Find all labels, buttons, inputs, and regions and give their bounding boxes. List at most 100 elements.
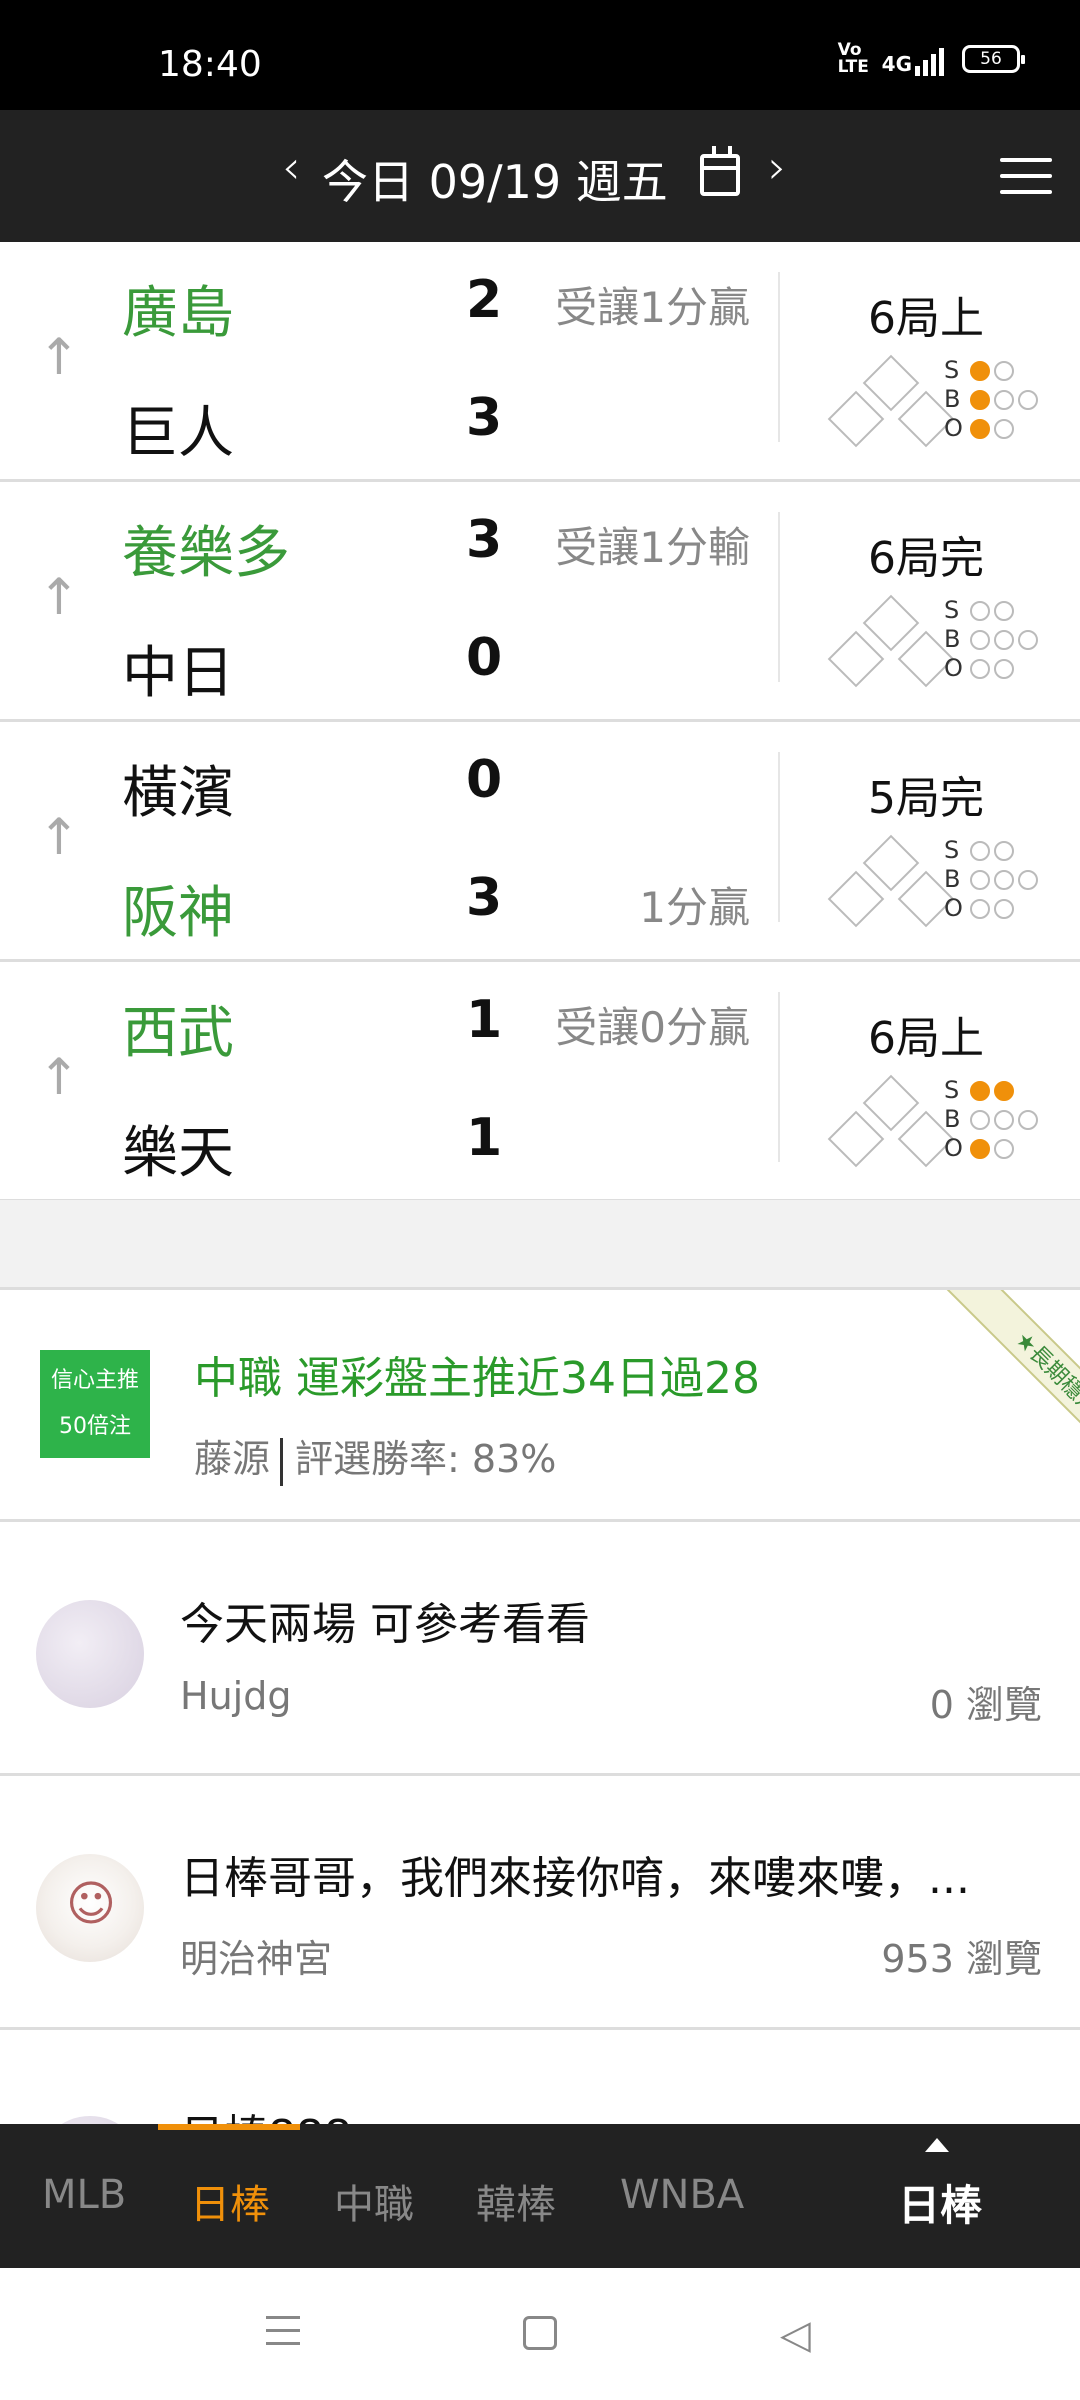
arrow-up-icon[interactable]: ↑ — [38, 572, 80, 622]
count-dot — [994, 869, 1014, 890]
active-tab-indicator — [158, 2124, 300, 2130]
post-title[interactable]: 今天兩場 可參考看看 — [180, 1588, 1040, 1652]
team1-name: 養樂多 — [122, 521, 290, 586]
list-item[interactable]: 今天兩場 可參考看看 Hujdg 0 瀏覽 — [0, 1522, 1080, 1776]
count-dot — [970, 1080, 990, 1101]
count-dot — [970, 869, 990, 890]
tab-npb[interactable]: 日棒 — [190, 2172, 270, 2230]
game-row[interactable]: ↑ 廣島 巨人 2 3 受讓1分贏 6局上 S B O — [0, 242, 1080, 482]
arrow-up-icon[interactable]: ↑ — [38, 812, 80, 862]
second-base-icon — [862, 1074, 920, 1132]
balls-row: B — [944, 865, 1038, 894]
divider — [778, 752, 780, 922]
count-dot — [994, 360, 1014, 381]
list-item[interactable]: 日棒哥哥，我們來接你唷，來嘍來嘍，... 明治神宮 953 瀏覽 — [0, 1776, 1080, 2030]
home-icon[interactable] — [523, 2316, 557, 2350]
games-list: ↑ 廣島 巨人 2 3 受讓1分贏 6局上 S B O ↑ 養樂多 中日 3 0… — [0, 242, 1080, 1202]
team1-name: 西武 — [122, 1001, 234, 1066]
team1-score: 3 — [466, 510, 503, 570]
date-title[interactable]: 今日 09/19 週五 — [322, 146, 668, 212]
team2-name: 阪神 — [122, 881, 234, 946]
strikes-row: S — [944, 1076, 1038, 1105]
recent-apps-icon[interactable] — [266, 2316, 300, 2355]
tab-wnba[interactable]: WNBA — [620, 2172, 744, 2218]
sbo-count: S B O — [944, 596, 1038, 683]
third-base-icon — [827, 870, 885, 928]
status-icons: Vo LTE 4G 56 — [837, 40, 1025, 77]
status-bar: 18:40 Vo LTE 4G 56 — [0, 0, 1080, 110]
count-dot — [994, 840, 1014, 861]
count-dot — [994, 600, 1014, 621]
team2-name: 巨人 — [122, 401, 234, 466]
signal-icon: 4G — [882, 42, 944, 76]
count-dot — [994, 1080, 1014, 1101]
status-time: 18:40 — [158, 44, 262, 85]
system-nav-bar: ◁ — [0, 2268, 1080, 2400]
game-row[interactable]: ↑ 橫濱 阪神 0 3 1分贏 5局完 S B O — [0, 722, 1080, 962]
team1-score: 2 — [466, 270, 503, 330]
back-icon[interactable]: ◁ — [780, 2312, 811, 2358]
team2-score: 3 — [466, 868, 503, 928]
count-dot — [970, 658, 990, 679]
count-dot — [970, 1109, 990, 1130]
league-selector-button[interactable]: 日棒 — [898, 2172, 982, 2233]
game-row[interactable]: ↑ 西武 樂天 1 1 受讓0分贏 6局上 S B O — [0, 962, 1080, 1202]
second-base-icon — [862, 354, 920, 412]
count-dot — [1018, 1109, 1038, 1130]
count-dot — [1018, 629, 1038, 650]
tab-kbo[interactable]: 韓棒 — [476, 2172, 556, 2230]
second-base-icon — [862, 834, 920, 892]
volte-icon: Vo LTE — [837, 40, 869, 77]
promo-post[interactable]: 信心主推 50倍注 中職 運彩盤主推近34日過28 藤源 評選勝率: 83% ★長… — [0, 1290, 1080, 1522]
third-base-icon — [827, 1110, 885, 1168]
divider — [778, 992, 780, 1162]
inning-status: 6局完 — [868, 533, 984, 584]
promo-author: 藤源 — [194, 1437, 271, 1481]
count-dot — [1018, 869, 1038, 890]
team2-name: 中日 — [122, 641, 234, 706]
calendar-icon[interactable] — [700, 146, 740, 196]
league-tab-bar: MLB 日棒 中職 韓棒 WNBA 日棒 — [0, 2124, 1080, 2268]
count-dot — [994, 1138, 1014, 1159]
post-title[interactable]: 日棒哥哥，我們來接你唷，來嘍來嘍，... — [180, 1842, 1040, 1906]
team1-name: 廣島 — [122, 281, 234, 346]
count-dot — [970, 1138, 990, 1159]
count-dot — [994, 418, 1014, 439]
arrow-up-icon[interactable]: ↑ — [38, 1052, 80, 1102]
arrow-up-icon[interactable]: ↑ — [38, 332, 80, 382]
next-day-button[interactable]: › — [768, 140, 786, 194]
promo-badge: 信心主推 50倍注 — [40, 1350, 150, 1458]
team1-name: 橫濱 — [122, 761, 234, 826]
team2-score: 3 — [466, 388, 503, 448]
count-dot — [970, 840, 990, 861]
tab-cpbl[interactable]: 中職 — [334, 2172, 414, 2230]
count-dot — [970, 389, 990, 410]
team1-odds: 受讓1分贏 — [555, 283, 750, 332]
inning-status: 6局上 — [868, 1013, 984, 1064]
team2-score: 0 — [466, 628, 503, 688]
list-item[interactable]: 日棒888 — [0, 2030, 1080, 2224]
count-dot — [1018, 389, 1038, 410]
third-base-icon — [827, 390, 885, 448]
game-row[interactable]: ↑ 養樂多 中日 3 0 受讓1分輸 6局完 S B O — [0, 482, 1080, 722]
caret-up-icon[interactable] — [925, 2138, 949, 2152]
inning-status: 5局完 — [868, 773, 984, 824]
balls-row: B — [944, 385, 1038, 414]
outs-row: O — [944, 654, 1038, 683]
third-base-icon — [827, 630, 885, 688]
team1-odds: 受讓0分贏 — [555, 1003, 750, 1052]
team1-score: 1 — [466, 990, 503, 1050]
menu-icon[interactable] — [1000, 158, 1052, 194]
prev-day-button[interactable]: ‹ — [282, 140, 300, 194]
tab-mlb[interactable]: MLB — [42, 2172, 126, 2218]
count-dot — [970, 898, 990, 919]
count-dot — [970, 360, 990, 381]
divider — [778, 272, 780, 442]
avatar — [36, 1854, 144, 1962]
outs-row: O — [944, 894, 1038, 923]
count-dot — [970, 418, 990, 439]
team2-odds: 1分贏 — [639, 883, 750, 932]
team1-odds: 受讓1分輸 — [555, 523, 750, 572]
count-dot — [994, 898, 1014, 919]
promo-title[interactable]: 中職 運彩盤主推近34日過28 — [194, 1342, 760, 1406]
